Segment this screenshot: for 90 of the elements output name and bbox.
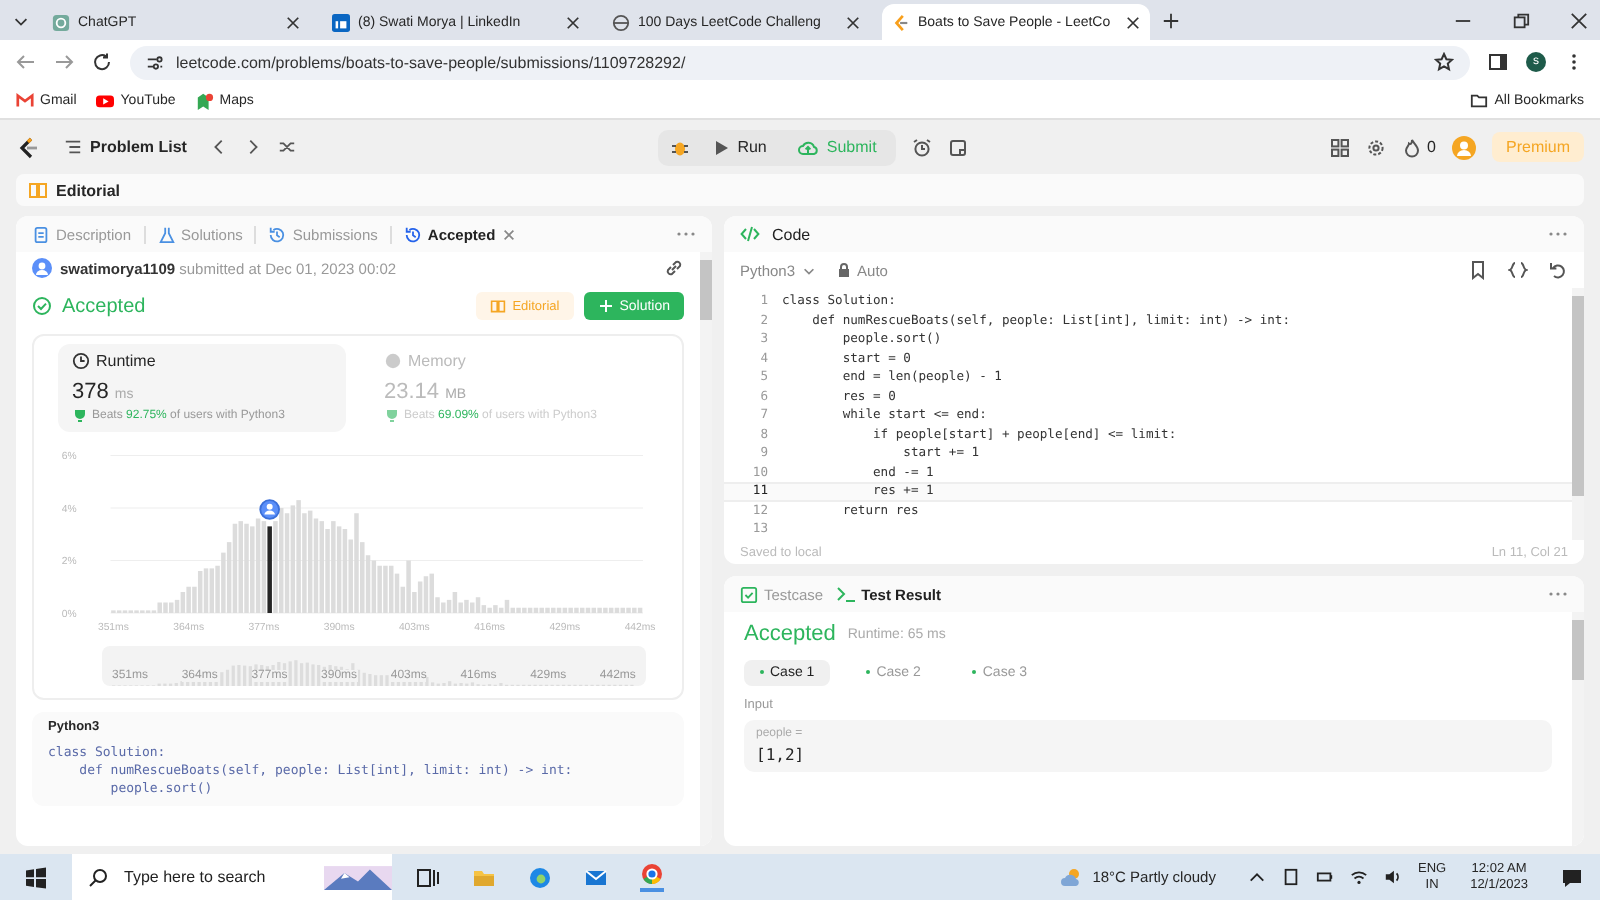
streak-counter[interactable]: 0 bbox=[1401, 137, 1436, 157]
document-icon bbox=[32, 225, 50, 243]
scrollbar[interactable] bbox=[700, 252, 712, 846]
flask-icon bbox=[157, 225, 176, 243]
stat-label: Memory bbox=[408, 352, 466, 370]
task-view-icon[interactable] bbox=[416, 865, 440, 889]
scrollbar[interactable] bbox=[1572, 612, 1584, 846]
problem-list-button[interactable]: Problem List bbox=[56, 132, 195, 162]
leetcode-logo-icon[interactable] bbox=[16, 135, 40, 159]
bookmark-icon[interactable] bbox=[1468, 260, 1488, 280]
list-icon bbox=[64, 138, 82, 156]
status-label: Accepted bbox=[62, 295, 146, 317]
run-button[interactable]: Run bbox=[705, 132, 775, 162]
check-circle-icon bbox=[32, 296, 52, 316]
alarm-clock-icon[interactable] bbox=[912, 137, 933, 157]
cloud-icon bbox=[1060, 865, 1085, 889]
book-icon bbox=[490, 298, 507, 314]
link-icon[interactable] bbox=[664, 258, 684, 278]
trophy-icon bbox=[72, 408, 88, 424]
chrome-icon[interactable] bbox=[640, 862, 664, 892]
stat-label: Runtime bbox=[96, 352, 156, 370]
close-icon[interactable] bbox=[1570, 11, 1588, 29]
map-pin-icon bbox=[195, 92, 214, 110]
settings-icon[interactable] bbox=[1365, 137, 1386, 157]
undo-icon[interactable] bbox=[1548, 260, 1568, 280]
editorial-bar[interactable]: Editorial bbox=[16, 174, 1584, 206]
chevron-up-icon[interactable] bbox=[1247, 868, 1266, 886]
taskbar-search-field[interactable]: Type here to search bbox=[72, 854, 392, 900]
book-icon bbox=[28, 180, 48, 200]
caret-icon bbox=[801, 263, 816, 277]
url-text: leetcode.com/problems/boats-to-save-people/submissions/1109728292/ bbox=[176, 53, 686, 71]
forward-icon[interactable] bbox=[54, 52, 74, 72]
mail-icon[interactable] bbox=[584, 865, 608, 889]
shuffle-icon[interactable] bbox=[278, 138, 297, 156]
chevron-right-icon[interactable] bbox=[244, 138, 263, 156]
reload-icon[interactable] bbox=[92, 52, 112, 72]
play-icon bbox=[713, 139, 730, 155]
history-icon bbox=[268, 225, 287, 243]
cloud-upload-icon bbox=[798, 137, 819, 157]
user-marker-icon bbox=[259, 499, 280, 520]
mountain-landscape-icon bbox=[324, 863, 392, 891]
note-icon[interactable] bbox=[948, 137, 969, 157]
battery-icon[interactable] bbox=[1315, 868, 1334, 886]
plus-icon bbox=[597, 298, 614, 314]
stat-value: 378 bbox=[72, 380, 109, 404]
globe-icon bbox=[612, 13, 630, 31]
streak-count: 0 bbox=[1427, 138, 1436, 156]
terminal-icon bbox=[835, 584, 856, 604]
back-icon[interactable] bbox=[16, 52, 36, 72]
scrollbar[interactable] bbox=[1572, 288, 1584, 540]
side-panel-icon[interactable] bbox=[1488, 52, 1508, 72]
speaker-icon[interactable] bbox=[1383, 868, 1402, 886]
linkedin-logo-icon bbox=[332, 13, 350, 31]
leetcode-logo-icon bbox=[892, 13, 910, 31]
restore-icon[interactable] bbox=[1512, 11, 1530, 29]
status-label: Accepted bbox=[744, 622, 836, 646]
parameter-value: [1,2] bbox=[756, 746, 807, 764]
trophy-icon bbox=[384, 408, 400, 424]
edge-browser-icon[interactable] bbox=[528, 865, 552, 889]
folder-icon bbox=[1470, 92, 1489, 110]
site-settings-icon[interactable] bbox=[146, 53, 164, 71]
clock-icon bbox=[72, 352, 90, 370]
bug-icon[interactable] bbox=[669, 137, 690, 157]
star-icon[interactable] bbox=[1434, 52, 1454, 72]
history-icon bbox=[403, 225, 422, 243]
address-bar[interactable]: leetcode.com/problems/boats-to-save-people/submissions/1109728292/ bbox=[130, 45, 1470, 79]
code-icon bbox=[740, 224, 760, 244]
lock-icon bbox=[835, 262, 852, 278]
close-icon[interactable] bbox=[846, 15, 860, 29]
grid-icon[interactable] bbox=[1329, 137, 1350, 157]
checkbox-icon bbox=[740, 585, 758, 603]
search-input[interactable]: Type here to search bbox=[120, 866, 312, 888]
wifi-icon[interactable] bbox=[1349, 868, 1368, 886]
close-icon[interactable] bbox=[566, 15, 580, 29]
search-icon bbox=[88, 867, 108, 887]
windows-start-icon[interactable] bbox=[24, 865, 48, 889]
close-icon[interactable] bbox=[1126, 15, 1140, 29]
chatgpt-logo-icon bbox=[52, 13, 70, 31]
new-tab-icon[interactable] bbox=[1162, 11, 1180, 29]
editorial-label: Editorial bbox=[56, 181, 121, 199]
close-icon[interactable] bbox=[286, 15, 300, 29]
youtube-logo-icon bbox=[96, 92, 115, 110]
notification-icon[interactable] bbox=[1560, 865, 1584, 889]
tray-icon[interactable] bbox=[1281, 868, 1300, 886]
braces-icon[interactable] bbox=[1508, 260, 1528, 280]
stat-value: 23.14 bbox=[384, 380, 440, 404]
user-avatar-icon bbox=[32, 258, 52, 278]
panel-title: Code bbox=[772, 225, 811, 243]
gmail-logo-icon bbox=[16, 92, 34, 110]
flame-icon bbox=[1401, 137, 1422, 157]
